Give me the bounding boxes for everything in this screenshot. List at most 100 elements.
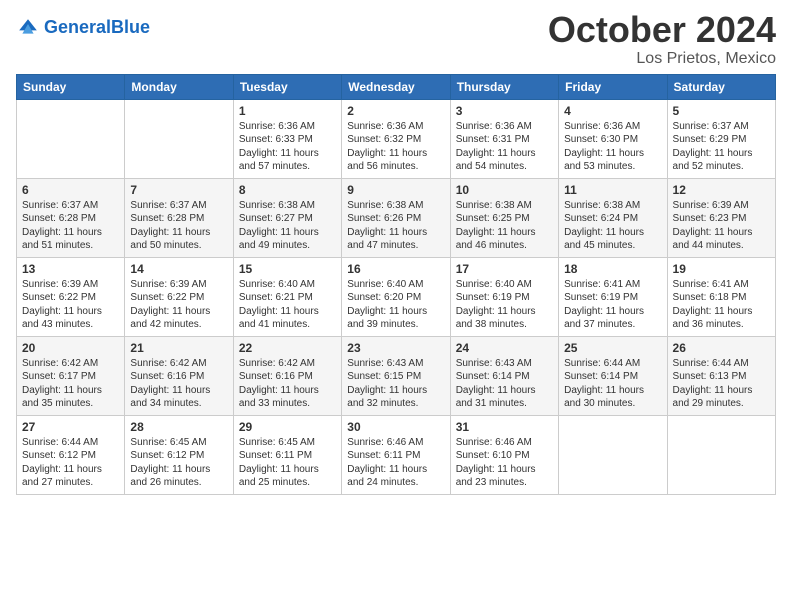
calendar-cell: 9 Sunrise: 6:38 AMSunset: 6:26 PMDaylight… (342, 178, 450, 257)
weekday-header-friday: Friday (559, 74, 667, 99)
day-number: 9 (347, 183, 444, 197)
day-info: Sunrise: 6:46 AMSunset: 6:11 PMDaylight:… (347, 436, 444, 490)
day-info: Sunrise: 6:45 AMSunset: 6:12 PMDaylight:… (130, 436, 227, 490)
calendar-cell: 3Sunrise: 6:36 AMSunset: 6:31 PMDaylight… (450, 99, 558, 178)
calendar-cell (17, 99, 125, 178)
day-info: Sunrise: 6:36 AMSunset: 6:31 PMDaylight:… (456, 120, 553, 174)
day-info: Sunrise: 6:36 AMSunset: 6:33 PMDaylight:… (239, 120, 336, 174)
day-info: Sunrise: 6:39 AMSunset: 6:22 PMDaylight:… (22, 278, 119, 332)
calendar-cell: 29 Sunrise: 6:45 AMSunset: 6:11 PMDayligh… (233, 415, 341, 494)
calendar-cell: 4 Sunrise: 6:36 AMSunset: 6:30 PMDaylight… (559, 99, 667, 178)
day-info: Sunrise: 6:40 AMSunset: 6:21 PMDaylight:… (239, 278, 336, 332)
day-info: Sunrise: 6:41 AMSunset: 6:19 PMDaylight:… (564, 278, 661, 332)
day-number: 5 (673, 104, 770, 118)
calendar-cell: 1 Sunrise: 6:36 AMSunset: 6:33 PMDaylight… (233, 99, 341, 178)
day-number: 15 (239, 262, 336, 276)
day-info: Sunrise: 6:38 AMSunset: 6:26 PMDaylight:… (347, 199, 444, 253)
calendar-cell: 15 Sunrise: 6:40 AMSunset: 6:21 PMDayligh… (233, 257, 341, 336)
day-info: Sunrise: 6:36 AMSunset: 6:32 PMDaylight:… (347, 120, 444, 174)
logo-general: General (44, 17, 111, 37)
day-number: 29 (239, 420, 336, 434)
weekday-header-thursday: Thursday (450, 74, 558, 99)
day-info: Sunrise: 6:37 AMSunset: 6:28 PMDaylight:… (130, 199, 227, 253)
calendar-cell (559, 415, 667, 494)
day-info: Sunrise: 6:44 AMSunset: 6:14 PMDaylight:… (564, 357, 661, 411)
day-info: Sunrise: 6:42 AMSunset: 6:16 PMDaylight:… (130, 357, 227, 411)
day-number: 6 (22, 183, 119, 197)
day-info: Sunrise: 6:45 AMSunset: 6:11 PMDaylight:… (239, 436, 336, 490)
day-number: 16 (347, 262, 444, 276)
day-info: Sunrise: 6:38 AMSunset: 6:24 PMDaylight:… (564, 199, 661, 253)
calendar-cell: 25 Sunrise: 6:44 AMSunset: 6:14 PMDayligh… (559, 336, 667, 415)
week-row-5: 27 Sunrise: 6:44 AMSunset: 6:12 PMDayligh… (17, 415, 776, 494)
day-number: 8 (239, 183, 336, 197)
day-info: Sunrise: 6:40 AMSunset: 6:19 PMDaylight:… (456, 278, 553, 332)
day-info: Sunrise: 6:42 AMSunset: 6:17 PMDaylight:… (22, 357, 119, 411)
calendar-cell: 10 Sunrise: 6:38 AMSunset: 6:25 PMDayligh… (450, 178, 558, 257)
calendar-cell: 14 Sunrise: 6:39 AMSunset: 6:22 PMDayligh… (125, 257, 233, 336)
calendar-cell: 20 Sunrise: 6:42 AMSunset: 6:17 PMDayligh… (17, 336, 125, 415)
day-info: Sunrise: 6:40 AMSunset: 6:20 PMDaylight:… (347, 278, 444, 332)
day-number: 12 (673, 183, 770, 197)
day-info: Sunrise: 6:37 AMSunset: 6:29 PMDaylight:… (673, 120, 770, 174)
logo-blue: Blue (111, 17, 150, 37)
day-number: 25 (564, 341, 661, 355)
day-number: 27 (22, 420, 119, 434)
calendar-cell: 7Sunrise: 6:37 AMSunset: 6:28 PMDaylight… (125, 178, 233, 257)
month-title: October 2024 (548, 10, 776, 50)
day-number: 14 (130, 262, 227, 276)
calendar-cell: 17 Sunrise: 6:40 AMSunset: 6:19 PMDayligh… (450, 257, 558, 336)
day-info: Sunrise: 6:46 AMSunset: 6:10 PMDaylight:… (456, 436, 553, 490)
calendar-cell: 2 Sunrise: 6:36 AMSunset: 6:32 PMDaylight… (342, 99, 450, 178)
day-number: 13 (22, 262, 119, 276)
calendar-cell: 12Sunrise: 6:39 AMSunset: 6:23 PMDayligh… (667, 178, 775, 257)
day-number: 21 (130, 341, 227, 355)
day-info: Sunrise: 6:44 AMSunset: 6:13 PMDaylight:… (673, 357, 770, 411)
day-info: Sunrise: 6:42 AMSunset: 6:16 PMDaylight:… (239, 357, 336, 411)
calendar-cell: 11Sunrise: 6:38 AMSunset: 6:24 PMDayligh… (559, 178, 667, 257)
day-number: 28 (130, 420, 227, 434)
calendar-cell: 6 Sunrise: 6:37 AMSunset: 6:28 PMDaylight… (17, 178, 125, 257)
day-info: Sunrise: 6:36 AMSunset: 6:30 PMDaylight:… (564, 120, 661, 174)
week-row-1: 1 Sunrise: 6:36 AMSunset: 6:33 PMDaylight… (17, 99, 776, 178)
day-info: Sunrise: 6:37 AMSunset: 6:28 PMDaylight:… (22, 199, 119, 253)
day-number: 17 (456, 262, 553, 276)
day-number: 2 (347, 104, 444, 118)
day-info: Sunrise: 6:38 AMSunset: 6:25 PMDaylight:… (456, 199, 553, 253)
calendar-cell: 13 Sunrise: 6:39 AMSunset: 6:22 PMDayligh… (17, 257, 125, 336)
day-number: 30 (347, 420, 444, 434)
day-number: 26 (673, 341, 770, 355)
day-number: 4 (564, 104, 661, 118)
calendar-cell: 23 Sunrise: 6:43 AMSunset: 6:15 PMDayligh… (342, 336, 450, 415)
logo-text: GeneralBlue (44, 18, 150, 38)
title-block: October 2024 Los Prietos, Mexico (548, 10, 776, 68)
week-row-3: 13 Sunrise: 6:39 AMSunset: 6:22 PMDayligh… (17, 257, 776, 336)
logo: GeneralBlue (16, 16, 150, 40)
calendar-cell: 28 Sunrise: 6:45 AMSunset: 6:12 PMDayligh… (125, 415, 233, 494)
week-row-4: 20 Sunrise: 6:42 AMSunset: 6:17 PMDayligh… (17, 336, 776, 415)
day-number: 31 (456, 420, 553, 434)
calendar-cell: 27 Sunrise: 6:44 AMSunset: 6:12 PMDayligh… (17, 415, 125, 494)
day-number: 22 (239, 341, 336, 355)
day-info: Sunrise: 6:38 AMSunset: 6:27 PMDaylight:… (239, 199, 336, 253)
calendar-cell (125, 99, 233, 178)
day-number: 23 (347, 341, 444, 355)
day-number: 20 (22, 341, 119, 355)
calendar-cell: 21 Sunrise: 6:42 AMSunset: 6:16 PMDayligh… (125, 336, 233, 415)
day-info: Sunrise: 6:43 AMSunset: 6:15 PMDaylight:… (347, 357, 444, 411)
day-info: Sunrise: 6:39 AMSunset: 6:22 PMDaylight:… (130, 278, 227, 332)
weekday-header-row: SundayMondayTuesdayWednesdayThursdayFrid… (17, 74, 776, 99)
weekday-header-sunday: Sunday (17, 74, 125, 99)
calendar: SundayMondayTuesdayWednesdayThursdayFrid… (16, 74, 776, 495)
weekday-header-saturday: Saturday (667, 74, 775, 99)
day-number: 1 (239, 104, 336, 118)
day-number: 10 (456, 183, 553, 197)
calendar-cell: 5 Sunrise: 6:37 AMSunset: 6:29 PMDaylight… (667, 99, 775, 178)
day-info: Sunrise: 6:44 AMSunset: 6:12 PMDaylight:… (22, 436, 119, 490)
calendar-cell: 16 Sunrise: 6:40 AMSunset: 6:20 PMDayligh… (342, 257, 450, 336)
day-info: Sunrise: 6:41 AMSunset: 6:18 PMDaylight:… (673, 278, 770, 332)
calendar-cell: 24Sunrise: 6:43 AMSunset: 6:14 PMDayligh… (450, 336, 558, 415)
calendar-cell: 30 Sunrise: 6:46 AMSunset: 6:11 PMDayligh… (342, 415, 450, 494)
calendar-cell: 26 Sunrise: 6:44 AMSunset: 6:13 PMDayligh… (667, 336, 775, 415)
day-number: 24 (456, 341, 553, 355)
